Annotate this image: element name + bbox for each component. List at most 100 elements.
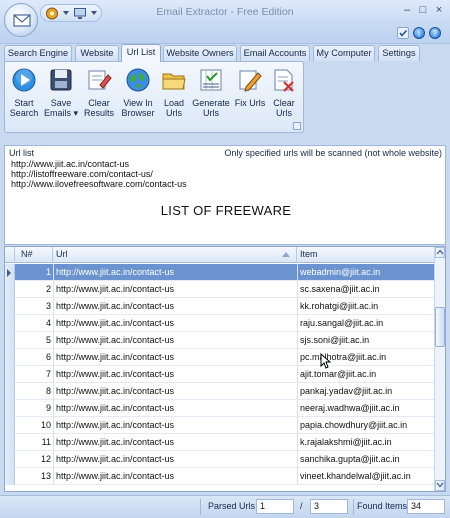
close-button[interactable]: ×: [431, 4, 447, 18]
column-header-url[interactable]: Url: [53, 247, 297, 263]
generate-urls-button[interactable]: Generate Urls: [191, 64, 231, 124]
row-header[interactable]: [5, 332, 15, 349]
cell-url[interactable]: http://www.jiit.ac.in/contact-us: [56, 434, 294, 451]
row-header[interactable]: [5, 451, 15, 468]
clear-urls-button[interactable]: Clear Urls: [269, 64, 299, 124]
clear-results-button[interactable]: Clear Results: [81, 64, 117, 124]
cell-num[interactable]: 3: [15, 298, 51, 315]
cell-num[interactable]: 5: [15, 332, 51, 349]
cell-num[interactable]: 4: [15, 315, 51, 332]
cell-num[interactable]: 2: [15, 281, 51, 298]
cell-url[interactable]: http://www.jiit.ac.in/contact-us: [56, 349, 294, 366]
tab-settings[interactable]: Settings: [378, 45, 420, 61]
cell-url[interactable]: http://www.jiit.ac.in/contact-us: [56, 298, 294, 315]
row-header[interactable]: [5, 417, 15, 434]
info-icon[interactable]: i: [413, 27, 425, 39]
cell-item[interactable]: kk.rohatgi@jiit.ac.in: [300, 298, 433, 315]
cell-num[interactable]: 8: [15, 383, 51, 400]
column-divider: [53, 281, 54, 298]
table-row[interactable]: 8 http://www.jiit.ac.in/contact-us pankaj.…: [5, 383, 435, 400]
row-header[interactable]: [5, 298, 15, 315]
cell-url[interactable]: http://www.jiit.ac.in/contact-us: [56, 264, 294, 281]
row-header[interactable]: [5, 315, 15, 332]
table-row[interactable]: 7 http://www.jiit.ac.in/contact-us ajit.to…: [5, 366, 435, 383]
maximize-button[interactable]: □: [415, 4, 431, 18]
cell-item[interactable]: vineet.khandelwal@jiit.ac.in: [300, 468, 433, 485]
cell-url[interactable]: http://www.jiit.ac.in/contact-us: [56, 383, 294, 400]
cell-num[interactable]: 1: [15, 264, 51, 281]
scroll-up-button[interactable]: [435, 247, 445, 258]
view-in-browser-button[interactable]: View In Browser: [119, 64, 157, 124]
cell-num[interactable]: 6: [15, 349, 51, 366]
row-header[interactable]: [5, 264, 15, 281]
table-row[interactable]: 5 http://www.jiit.ac.in/contact-us sjs.son…: [5, 332, 435, 349]
row-header[interactable]: [5, 349, 15, 366]
tab-search-engine[interactable]: Search Engine: [4, 45, 72, 61]
tab-url-list[interactable]: Url List: [121, 44, 161, 62]
cell-num[interactable]: 10: [15, 417, 51, 434]
cell-item[interactable]: webadmin@jiit.ac.in: [300, 264, 433, 281]
cell-item[interactable]: papia.chowdhury@jiit.ac.in: [300, 417, 433, 434]
title-bar: Email Extractor - Free Edition – □ × i ?: [0, 0, 450, 44]
cell-item[interactable]: sc.saxena@jiit.ac.in: [300, 281, 433, 298]
grid-scrollbar[interactable]: [434, 247, 445, 491]
cell-url[interactable]: http://www.jiit.ac.in/contact-us: [56, 400, 294, 417]
row-header[interactable]: [5, 468, 15, 485]
cell-item[interactable]: k.rajalakshmi@jiit.ac.in: [300, 434, 433, 451]
cell-item[interactable]: raju.sangal@jiit.ac.in: [300, 315, 433, 332]
cell-num[interactable]: 11: [15, 434, 51, 451]
cell-url[interactable]: http://www.jiit.ac.in/contact-us: [56, 281, 294, 298]
row-header[interactable]: [5, 383, 15, 400]
url-list-textarea[interactable]: http://www.jiit.ac.in/contact-us http://…: [11, 159, 187, 189]
table-row[interactable]: 9 http://www.jiit.ac.in/contact-us neeraj.…: [5, 400, 435, 417]
cell-item[interactable]: pankaj.yadav@jiit.ac.in: [300, 383, 433, 400]
table-row[interactable]: 13 http://www.jiit.ac.in/contact-us vineet…: [5, 468, 435, 485]
table-row[interactable]: 4 http://www.jiit.ac.in/contact-us raju.sa…: [5, 315, 435, 332]
fix-urls-button[interactable]: Fix Urls: [233, 64, 267, 124]
ribbon-dialog-launcher[interactable]: [293, 122, 301, 130]
tab-my-computer[interactable]: My Computer: [313, 45, 375, 61]
cell-num[interactable]: 9: [15, 400, 51, 417]
cell-url[interactable]: http://www.jiit.ac.in/contact-us: [56, 417, 294, 434]
help-icon[interactable]: ?: [429, 27, 441, 39]
table-row[interactable]: 12 http://www.jiit.ac.in/contact-us sanchi…: [5, 451, 435, 468]
column-divider: [297, 434, 298, 451]
row-header[interactable]: [5, 434, 15, 451]
cell-item[interactable]: neeraj.wadhwa@jiit.ac.in: [300, 400, 433, 417]
cell-url[interactable]: http://www.jiit.ac.in/contact-us: [56, 451, 294, 468]
cell-url[interactable]: http://www.jiit.ac.in/contact-us: [56, 332, 294, 349]
row-header[interactable]: [5, 366, 15, 383]
table-row[interactable]: 11 http://www.jiit.ac.in/contact-us k.raja…: [5, 434, 435, 451]
cell-url[interactable]: http://www.jiit.ac.in/contact-us: [56, 366, 294, 383]
column-divider: [297, 349, 298, 366]
column-header-item[interactable]: Item: [297, 247, 435, 263]
table-row[interactable]: 10 http://www.jiit.ac.in/contact-us papia.…: [5, 417, 435, 434]
table-row[interactable]: 2 http://www.jiit.ac.in/contact-us sc.saxe…: [5, 281, 435, 298]
table-row[interactable]: 6 http://www.jiit.ac.in/contact-us pc.malh…: [5, 349, 435, 366]
cell-num[interactable]: 7: [15, 366, 51, 383]
cell-url[interactable]: http://www.jiit.ac.in/contact-us: [56, 468, 294, 485]
save-emails-button[interactable]: Save Emails ▾: [43, 64, 79, 124]
cell-item[interactable]: sanchika.gupta@jiit.ac.in: [300, 451, 433, 468]
save-emails-label: Save Emails ▾: [43, 98, 79, 118]
table-row[interactable]: 3 http://www.jiit.ac.in/contact-us kk.roha…: [5, 298, 435, 315]
row-header[interactable]: [5, 281, 15, 298]
column-divider: [53, 315, 54, 332]
checkbox-icon[interactable]: [397, 27, 409, 39]
cell-url[interactable]: http://www.jiit.ac.in/contact-us: [56, 315, 294, 332]
table-row[interactable]: 1 http://www.jiit.ac.in/contact-us webadmi…: [5, 264, 435, 281]
minimize-button[interactable]: –: [399, 4, 415, 18]
cell-num[interactable]: 13: [15, 468, 51, 485]
scroll-down-button[interactable]: [435, 480, 445, 491]
tab-website-owners[interactable]: Website Owners: [163, 45, 237, 61]
start-search-button[interactable]: Start Search: [7, 64, 41, 124]
cell-num[interactable]: 12: [15, 451, 51, 468]
cell-item[interactable]: sjs.soni@jiit.ac.in: [300, 332, 433, 349]
tab-email-accounts[interactable]: Email Accounts: [240, 45, 310, 61]
row-header[interactable]: [5, 400, 15, 417]
tab-website[interactable]: Website: [75, 45, 119, 61]
scroll-thumb[interactable]: [435, 307, 445, 347]
clear-document-icon: [274, 69, 294, 92]
column-header-num[interactable]: N#: [15, 247, 53, 263]
load-urls-button[interactable]: Load Urls: [159, 64, 189, 124]
